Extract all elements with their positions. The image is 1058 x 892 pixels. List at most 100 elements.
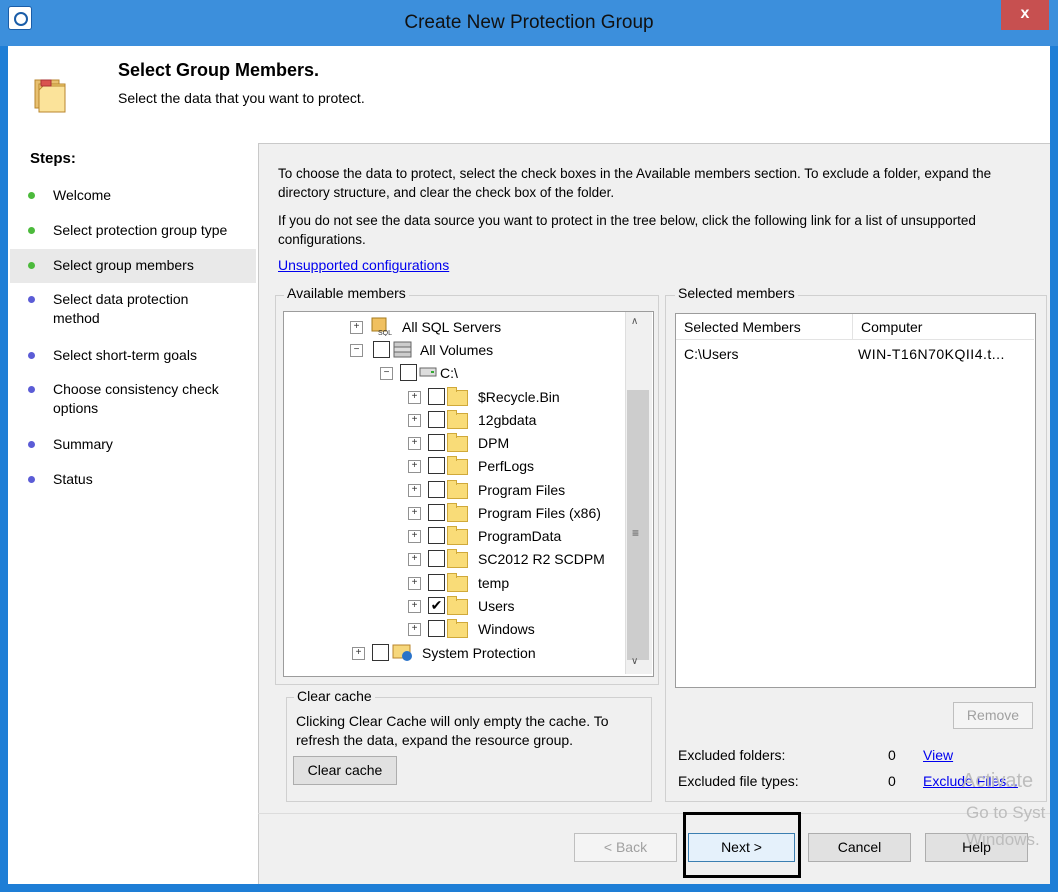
- tree-item-12gbdata[interactable]: 12gbdata: [478, 409, 536, 431]
- expand-icon[interactable]: +: [408, 530, 421, 543]
- folder-icon: [447, 526, 468, 545]
- column-header-selected-members[interactable]: Selected Members: [676, 314, 853, 340]
- remove-button[interactable]: Remove: [953, 702, 1033, 729]
- checkbox-users[interactable]: ✔: [428, 597, 445, 614]
- step-short-term-goals[interactable]: Select short-term goals: [53, 346, 253, 365]
- checkbox-temp[interactable]: [428, 574, 445, 591]
- tree-item-perflogs[interactable]: PerfLogs: [478, 455, 534, 477]
- expand-icon[interactable]: +: [408, 553, 421, 566]
- tree-item-users[interactable]: Users: [478, 595, 515, 617]
- expand-icon[interactable]: +: [408, 600, 421, 613]
- expand-icon[interactable]: +: [352, 647, 365, 660]
- activate-watermark: Activate: [962, 770, 1034, 792]
- tree-item-programdata[interactable]: ProgramData: [478, 525, 561, 547]
- drive-icon: [419, 367, 437, 377]
- tree-item-all-volumes[interactable]: All Volumes: [420, 339, 493, 361]
- step-pending-icon: [28, 441, 35, 448]
- step-pending-icon: [28, 352, 35, 359]
- checkbox-programdata[interactable]: [428, 527, 445, 544]
- checkbox-program-files-x86[interactable]: [428, 504, 445, 521]
- expand-icon[interactable]: +: [408, 414, 421, 427]
- sql-server-icon: SQL: [371, 317, 392, 336]
- volumes-icon: [393, 341, 412, 358]
- tree-item-recycle-bin[interactable]: $Recycle.Bin: [478, 386, 560, 408]
- step-data-protection-method[interactable]: Select data protection method: [53, 290, 223, 328]
- scroll-down-icon[interactable]: ∨: [631, 656, 638, 667]
- step-consistency-check[interactable]: Choose consistency check options: [53, 380, 248, 418]
- svg-text:SQL: SQL: [378, 330, 392, 336]
- tree-item-program-files[interactable]: Program Files: [478, 479, 565, 501]
- folder-icon: [447, 596, 468, 615]
- window-title: Create New Protection Group: [404, 12, 654, 33]
- intro-text-unsupported: If you do not see the data source you wa…: [278, 213, 976, 247]
- scroll-up-icon[interactable]: ∧: [631, 316, 638, 327]
- step-protection-group-type[interactable]: Select protection group type: [53, 221, 253, 240]
- expand-icon[interactable]: +: [408, 623, 421, 636]
- folder-icon: [447, 410, 468, 429]
- step-status[interactable]: Status: [53, 470, 253, 489]
- clear-cache-label: Clear cache: [294, 688, 375, 704]
- expand-icon[interactable]: +: [408, 391, 421, 404]
- available-members-tree[interactable]: [283, 311, 654, 677]
- clear-cache-button[interactable]: Clear cache: [293, 756, 397, 785]
- step-summary[interactable]: Summary: [53, 435, 253, 454]
- step-welcome[interactable]: Welcome: [53, 186, 253, 205]
- expand-icon[interactable]: +: [408, 577, 421, 590]
- close-button[interactable]: x: [1001, 0, 1049, 30]
- activate-watermark-line3: Windows.: [966, 830, 1040, 849]
- step-pending-icon: [28, 296, 35, 303]
- step-pending-icon: [28, 386, 35, 393]
- tree-item-temp[interactable]: temp: [478, 572, 509, 594]
- tree-item-sc2012-r2-scdpm[interactable]: SC2012 R2 SCDPM: [478, 548, 605, 570]
- unsupported-configurations-link[interactable]: Unsupported configurations: [278, 257, 449, 273]
- intro-text: To choose the data to protect, select th…: [278, 166, 992, 200]
- checkbox-program-files[interactable]: [428, 481, 445, 498]
- steps-title: Steps:: [30, 150, 76, 167]
- expand-icon[interactable]: +: [408, 437, 421, 450]
- checkbox-12gbdata[interactable]: [428, 411, 445, 428]
- tree-item-windows[interactable]: Windows: [478, 618, 535, 640]
- tree-item-c-drive[interactable]: C:\: [440, 362, 458, 384]
- selected-member-path[interactable]: C:\Users: [684, 346, 738, 362]
- highlight-box: [683, 812, 801, 878]
- expand-icon[interactable]: +: [408, 460, 421, 473]
- activate-watermark-line2: Go to Syst: [966, 803, 1046, 822]
- view-excluded-folders-link[interactable]: View: [923, 747, 953, 763]
- cancel-button[interactable]: Cancel: [808, 833, 911, 862]
- tree-item-sql-servers[interactable]: All SQL Servers: [402, 316, 501, 338]
- checkbox-windows[interactable]: [428, 620, 445, 637]
- clear-cache-description: Clicking Clear Cache will only empty the…: [296, 713, 609, 748]
- expand-icon[interactable]: +: [350, 321, 363, 334]
- tree-item-system-protection[interactable]: System Protection: [422, 642, 536, 664]
- expand-icon[interactable]: +: [408, 507, 421, 520]
- folder-icon: [447, 456, 468, 475]
- folder-icon: [447, 387, 468, 406]
- excluded-file-types-count: 0: [888, 773, 896, 789]
- step-pending-icon: [28, 476, 35, 483]
- checkbox-c-drive[interactable]: [400, 364, 417, 381]
- page-subtitle: Select the data that you want to protect…: [118, 90, 365, 106]
- step-group-members[interactable]: Select group members: [53, 256, 253, 275]
- column-header-computer[interactable]: Computer: [853, 314, 1034, 340]
- checkbox-recycle-bin[interactable]: [428, 388, 445, 405]
- collapse-icon[interactable]: −: [380, 367, 393, 380]
- checkbox-perflogs[interactable]: [428, 457, 445, 474]
- selected-members-list[interactable]: [675, 313, 1036, 688]
- checkbox-system-protection[interactable]: [372, 644, 389, 661]
- collapse-icon[interactable]: −: [350, 344, 363, 357]
- folder-icon: [447, 573, 468, 592]
- back-button[interactable]: < Back: [574, 833, 677, 862]
- expand-icon[interactable]: +: [408, 484, 421, 497]
- checkbox-all-volumes[interactable]: [373, 341, 390, 358]
- tree-item-dpm[interactable]: DPM: [478, 432, 509, 454]
- folder-icon: [447, 619, 468, 638]
- checkbox-sc2012-r2-scdpm[interactable]: [428, 550, 445, 567]
- step-done-icon: [28, 227, 35, 234]
- selected-member-computer[interactable]: WIN-T16N70KQII4.t...: [858, 346, 1005, 362]
- checkbox-dpm[interactable]: [428, 434, 445, 451]
- page-title: Select Group Members.: [118, 60, 320, 80]
- folder-icon: [447, 549, 468, 568]
- scrollbar-thumb[interactable]: [627, 390, 649, 660]
- tree-item-program-files-x86[interactable]: Program Files (x86): [478, 502, 601, 524]
- step-current-icon: [28, 262, 35, 269]
